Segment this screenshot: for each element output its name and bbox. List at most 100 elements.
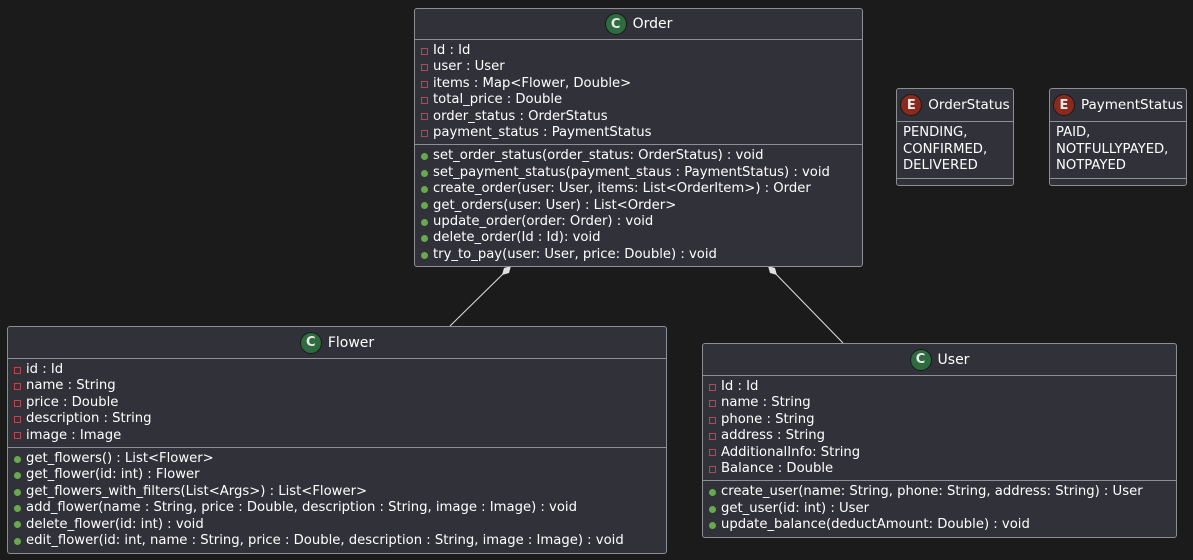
public-visibility-icon: [421, 251, 428, 259]
enum-value: DELIVERED: [903, 158, 1007, 175]
public-visibility-icon: [14, 521, 21, 529]
field-item: Balance : Double: [709, 461, 1170, 477]
enum-value-text: PENDING,: [903, 125, 968, 140]
field-item: order_status : OrderStatus: [421, 109, 856, 125]
method-item: update_balance(deductAmount: Double) : v…: [709, 517, 1170, 533]
public-visibility-icon: [14, 455, 21, 463]
method-item-text: get_user(id: int) : User: [721, 500, 870, 516]
enum-value: PENDING,: [903, 125, 1007, 142]
method-item: get_flower(id: int) : Flower: [14, 467, 660, 483]
field-item: Id : Id: [421, 43, 856, 59]
order-class-header: C Order: [415, 9, 862, 40]
flower-class[interactable]: C Flower id : Id name : String price : Dou…: [7, 326, 667, 554]
field-item: items : Map<Flower, Double>: [421, 76, 856, 92]
enum-value: CONFIRMED,: [903, 142, 1007, 159]
public-visibility-icon: [14, 472, 21, 480]
method-item-text: delete_order(Id : Id): void: [433, 230, 601, 246]
order-methods: set_order_status(order_status: OrderStat…: [415, 144, 862, 266]
order-user-composition: [768, 266, 844, 344]
private-visibility-icon: [14, 432, 21, 440]
field-item-text: Id : Id: [721, 379, 759, 394]
public-visibility-icon: [14, 488, 21, 496]
field-item: image : Image: [14, 428, 660, 444]
method-item-text: get_flower(id: int) : Flower: [26, 467, 200, 483]
method-item: get_orders(user: User) : List<Order>: [421, 198, 856, 214]
method-item: add_flower(name : String, price : Double…: [14, 500, 660, 516]
user-methods: create_user(name: String, phone: String,…: [703, 480, 1176, 536]
orderstatus-empty-section: [897, 177, 1013, 185]
enum-value-text: PAID,: [1056, 125, 1091, 140]
method-item: delete_flower(id: int) : void: [14, 517, 660, 533]
orderstatus-enum[interactable]: E OrderStatus PENDING, CONFIRMED, DELIVERE…: [896, 88, 1014, 186]
class-stereotype-icon: C: [604, 13, 627, 35]
field-item: name : String: [14, 378, 660, 394]
public-visibility-icon: [709, 489, 716, 497]
method-item-text: get_flowers() : List<Flower>: [26, 451, 214, 467]
field-item-text: name : String: [721, 395, 811, 411]
public-visibility-icon: [14, 504, 21, 512]
method-item: update_order(order: Order) : void: [421, 214, 856, 230]
private-visibility-icon: [14, 399, 21, 407]
field-item: total_price : Double: [421, 92, 856, 108]
method-item: set_order_status(order_status: OrderStat…: [421, 148, 856, 164]
class-stereotype-icon: C: [909, 348, 932, 371]
method-item: edit_flower(id: int, name : String, pric…: [14, 533, 660, 549]
field-item-text: description : String: [26, 411, 152, 427]
public-visibility-icon: [421, 202, 428, 210]
enum-name: OrderStatus: [928, 97, 1010, 113]
enum-value: NOTPAYED: [1056, 158, 1180, 175]
class-name: Order: [632, 16, 673, 32]
method-item-text: update_order(order: Order) : void: [433, 214, 654, 230]
method-item: get_flowers_with_filters(List<Args>) : L…: [14, 484, 660, 500]
public-visibility-icon: [421, 218, 428, 226]
public-visibility-icon: [709, 521, 716, 529]
field-item-text: AdditionalInfo: String: [721, 444, 861, 460]
field-item: description : String: [14, 411, 660, 427]
enum-value-text: NOTFULLYPAYED,: [1056, 141, 1169, 157]
private-visibility-icon: [421, 64, 428, 72]
field-item-text: phone : String: [721, 411, 815, 427]
field-item: Id : Id: [709, 379, 1170, 395]
user-class[interactable]: C User Id : Id name : String phone : Strin…: [702, 343, 1177, 538]
paymentstatus-header: E PaymentStatus: [1050, 89, 1186, 122]
public-visibility-icon: [14, 537, 21, 545]
field-item: user : User: [421, 59, 856, 75]
method-item: set_payment_status(payment_staus : Payme…: [421, 165, 856, 181]
field-item-text: name : String: [26, 378, 116, 394]
method-item: get_user(id: int) : User: [709, 501, 1170, 517]
class-stereotype-icon: C: [299, 331, 322, 354]
method-item-text: get_flowers_with_filters(List<Args>) : L…: [26, 483, 368, 499]
field-item-text: payment_status : PaymentStatus: [433, 125, 652, 141]
enum-value-text: NOTPAYED: [1056, 158, 1126, 173]
private-visibility-icon: [14, 415, 21, 423]
flower-fields: id : Id name : String price : Double descri…: [8, 359, 666, 447]
public-visibility-icon: [709, 505, 716, 513]
private-visibility-icon: [709, 465, 716, 473]
class-name: User: [937, 351, 970, 368]
method-item-text: update_balance(deductAmount: Double) : v…: [721, 517, 1030, 533]
field-item-text: order_status : OrderStatus: [433, 108, 608, 124]
field-item: phone : String: [709, 412, 1170, 428]
field-item-text: image : Image: [26, 427, 122, 443]
enum-value: NOTFULLYPAYED,: [1056, 142, 1180, 159]
method-item-text: delete_flower(id: int) : void: [26, 516, 204, 532]
order-class[interactable]: C Order Id : Id user : User items : Map<Fl…: [414, 8, 863, 267]
private-visibility-icon: [421, 47, 428, 55]
paymentstatus-enum[interactable]: E PaymentStatus PAID, NOTFULLYPAYED, NOTPA…: [1049, 88, 1187, 186]
method-item-text: create_user(name: String, phone: String,…: [721, 484, 1143, 500]
enum-stereotype-icon: E: [1052, 94, 1075, 116]
method-item: try_to_pay(user: User, price: Double) : …: [421, 247, 856, 263]
private-visibility-icon: [709, 383, 716, 391]
public-visibility-icon: [421, 235, 428, 243]
method-item: create_order(user: User, items: List<Ord…: [421, 181, 856, 197]
enum-value: PAID,: [1056, 125, 1180, 142]
enum-value-text: DELIVERED: [903, 158, 978, 173]
field-item: AdditionalInfo: String: [709, 445, 1170, 461]
public-visibility-icon: [421, 153, 428, 161]
field-item-text: total_price : Double: [433, 92, 563, 108]
method-item: delete_order(Id : Id): void: [421, 230, 856, 246]
method-item-text: get_orders(user: User) : List<Order>: [433, 197, 677, 213]
user-class-header: C User: [703, 344, 1176, 376]
order-flower-composition: [449, 266, 511, 327]
method-item: create_user(name: String, phone: String,…: [709, 484, 1170, 500]
